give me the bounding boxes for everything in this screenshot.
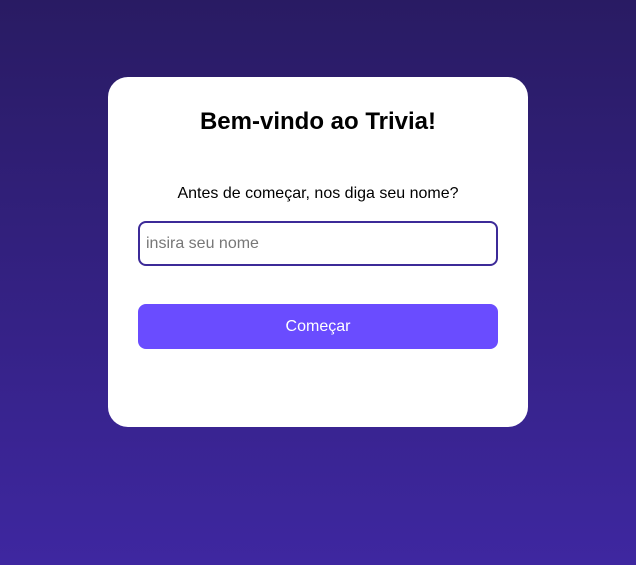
page-title: Bem-vindo ao Trivia! [199,108,437,135]
name-input[interactable] [138,221,498,266]
start-button[interactable]: Começar [138,304,498,349]
name-prompt: Antes de começar, nos diga seu nome? [177,185,459,202]
welcome-card: Bem-vindo ao Trivia! Antes de começar, n… [108,77,528,427]
